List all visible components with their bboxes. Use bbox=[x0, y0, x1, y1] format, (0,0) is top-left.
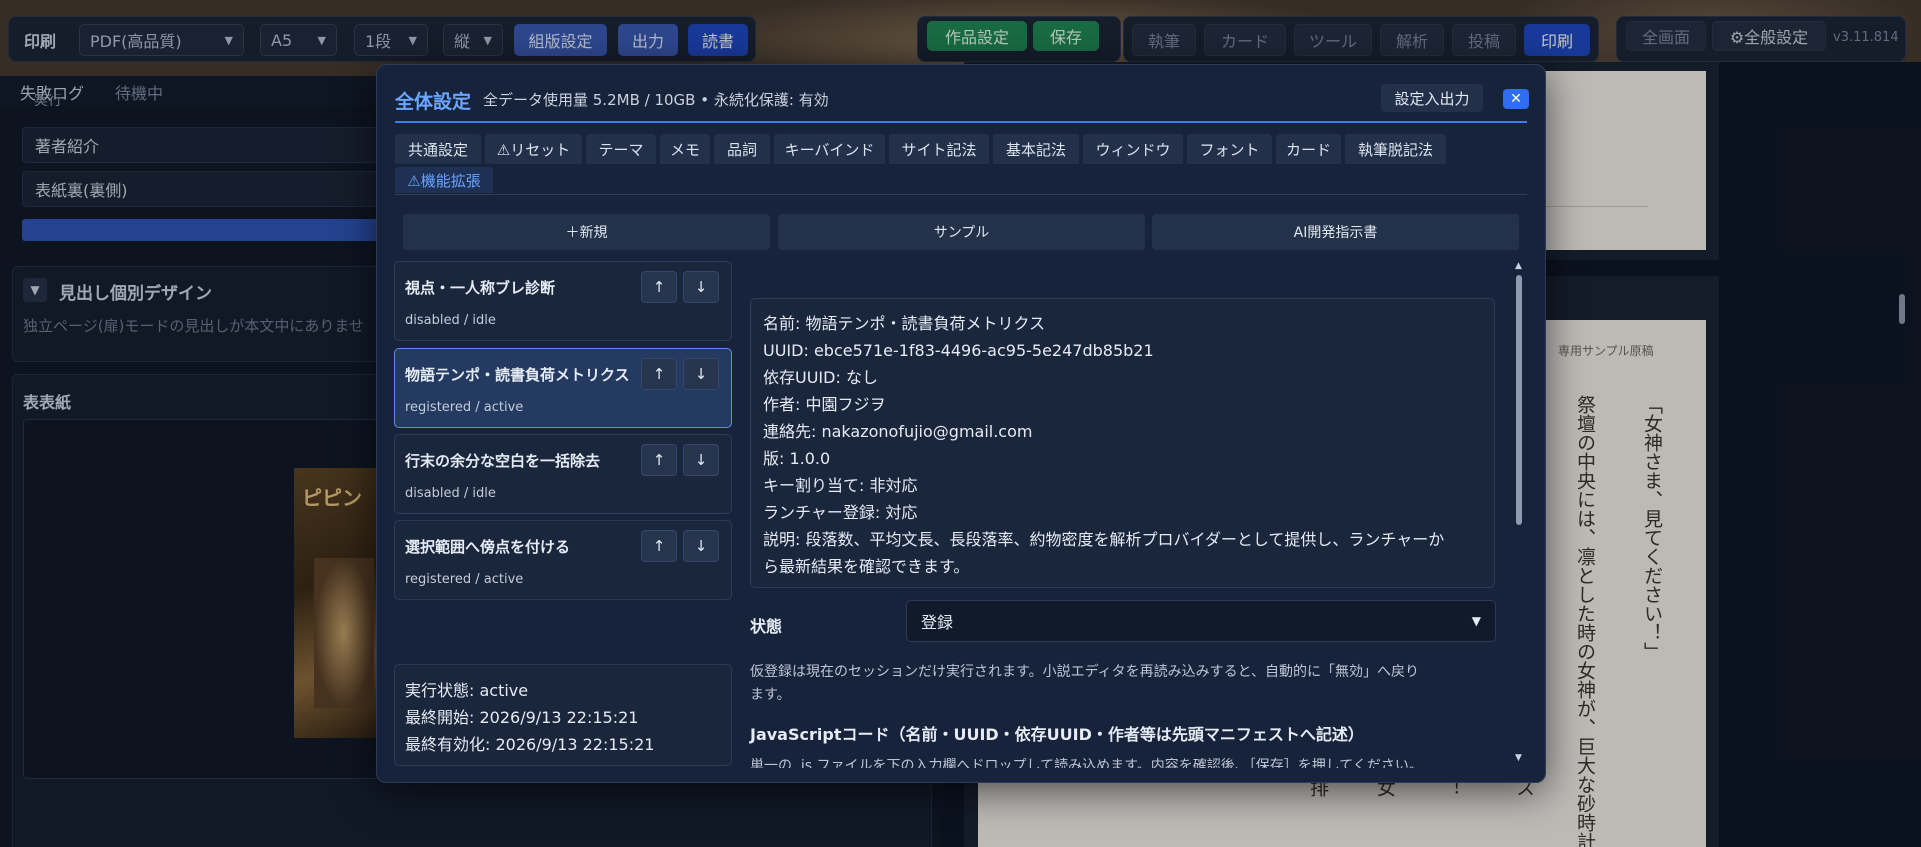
manifest-uuid: UUID: ebce571e-1f83-4496-ac95-5e247db85b… bbox=[763, 341, 1154, 360]
tab-reset[interactable]: ⚠リセット bbox=[485, 134, 582, 164]
state-value: 登録 bbox=[921, 613, 954, 632]
plugin-status: registered / active bbox=[405, 400, 524, 415]
manifest-description: 説明: 段落数、平均文長、長段落率、約物密度を解析プロバイダーとして提供し、ラン… bbox=[763, 530, 1445, 549]
plugin-manifest-panel: 名前: 物語テンポ・読書負荷メトリクス UUID: ebce571e-1f83-… bbox=[750, 298, 1495, 588]
code-drop-hint: 単一の .js ファイルを下の入力欄へドロップして読み込めます。内容を確認後、［… bbox=[750, 758, 1423, 768]
tab-theme[interactable]: テーマ bbox=[586, 134, 656, 164]
manifest-description-cont: ら最新結果を確認できます。 bbox=[763, 557, 970, 576]
plugin-status: disabled / idle bbox=[405, 486, 496, 501]
scroll-down-icon[interactable]: ▼ bbox=[1515, 753, 1522, 763]
manifest-dependency: 依存UUID: なし bbox=[763, 368, 878, 387]
scrollbar-thumb[interactable] bbox=[1516, 275, 1522, 525]
new-extension-button[interactable]: ＋新規 bbox=[403, 214, 770, 250]
plugin-name: 行末の余分な空白を一括除去 bbox=[405, 452, 601, 470]
tab-extensions[interactable]: ⚠機能拡張 bbox=[395, 167, 493, 193]
move-up-button[interactable]: ↑ bbox=[641, 358, 677, 390]
plugin-status: disabled / idle bbox=[405, 313, 496, 328]
tab-site-notation[interactable]: サイト記法 bbox=[889, 134, 989, 164]
last-started: 最終開始: 2026/9/13 22:15:21 bbox=[405, 708, 639, 727]
tab-pos[interactable]: 品詞 bbox=[714, 134, 770, 164]
tab-writing-escape[interactable]: 執筆脱記法 bbox=[1345, 134, 1446, 164]
tab-window[interactable]: ウィンドウ bbox=[1083, 134, 1183, 164]
plugin-name: 選択範囲へ傍点を付ける bbox=[405, 538, 571, 556]
move-up-button[interactable]: ↑ bbox=[641, 530, 677, 562]
provisional-note-line-2: ます。 bbox=[750, 687, 791, 703]
tab-common[interactable]: 共通設定 bbox=[395, 134, 481, 164]
plugin-status: registered / active bbox=[405, 572, 524, 587]
storage-usage-text: 全データ使用量 5.2MB / 10GB • 永続化保護: 有効 bbox=[483, 91, 829, 109]
move-down-button[interactable]: ↓ bbox=[683, 444, 719, 476]
manifest-launcher: ランチャー登録: 対応 bbox=[763, 503, 918, 522]
tab-card[interactable]: カード bbox=[1276, 134, 1341, 164]
global-settings-dialog: 全体設定 全データ使用量 5.2MB / 10GB • 永続化保護: 有効 設定… bbox=[376, 64, 1546, 783]
tab-memo[interactable]: メモ bbox=[660, 134, 710, 164]
plugin-item[interactable]: 視点・一人称ブレ診断 disabled / idle ↑ ↓ bbox=[394, 261, 732, 341]
state-select[interactable]: 登録 ▼ bbox=[906, 600, 1496, 642]
plugin-item-selected[interactable]: 物語テンポ・読書負荷メトリクス registered / active ↑ ↓ bbox=[394, 348, 732, 428]
manifest-contact: 連絡先: nakazonofujio@gmail.com bbox=[763, 422, 1033, 441]
move-down-button[interactable]: ↓ bbox=[683, 530, 719, 562]
scroll-up-icon[interactable]: ▲ bbox=[1515, 261, 1522, 271]
plugin-item[interactable]: 行末の余分な空白を一括除去 disabled / idle ↑ ↓ bbox=[394, 434, 732, 514]
manifest-version: 版: 1.0.0 bbox=[763, 449, 831, 468]
ai-dev-guide-button[interactable]: AI開発指示書 bbox=[1152, 214, 1519, 250]
state-label: 状態 bbox=[750, 617, 783, 636]
run-state: 実行状態: active bbox=[405, 681, 529, 700]
move-up-button[interactable]: ↑ bbox=[641, 271, 677, 303]
tab-basic-notation[interactable]: 基本記法 bbox=[993, 134, 1079, 164]
tab-font[interactable]: フォント bbox=[1187, 134, 1272, 164]
detail-scrollbar[interactable]: ▲ ▼ bbox=[1511, 261, 1527, 766]
chevron-down-icon: ▼ bbox=[1471, 614, 1481, 628]
provisional-note-line-1: 仮登録は現在のセッションだけ実行されます。小説エディタを再読み込みすると、自動的… bbox=[750, 664, 1420, 680]
plugin-name: 視点・一人称ブレ診断 bbox=[405, 279, 556, 297]
title-divider bbox=[395, 121, 1527, 123]
tab-divider bbox=[395, 194, 1527, 195]
close-icon[interactable]: ✕ bbox=[1503, 89, 1529, 109]
last-enabled: 最終有効化: 2026/9/13 22:15:21 bbox=[405, 735, 655, 754]
manifest-name: 名前: 物語テンポ・読書負荷メトリクス bbox=[763, 314, 1045, 333]
code-section-heading: JavaScriptコード（名前・UUID・依存UUID・作者等は先頭マニフェス… bbox=[750, 725, 1364, 744]
manifest-author: 作者: 中園フジヲ bbox=[763, 395, 886, 414]
plugin-name: 物語テンポ・読書負荷メトリクス bbox=[405, 366, 630, 384]
manifest-keybinding: キー割り当て: 非対応 bbox=[763, 476, 918, 495]
plugin-item[interactable]: 選択範囲へ傍点を付ける registered / active ↑ ↓ bbox=[394, 520, 732, 600]
dialog-title: 全体設定 bbox=[395, 91, 472, 113]
run-status-panel: 実行状態: active 最終開始: 2026/9/13 22:15:21 最終… bbox=[394, 664, 732, 766]
settings-import-export-button[interactable]: 設定入出力 bbox=[1381, 84, 1483, 112]
move-down-button[interactable]: ↓ bbox=[683, 271, 719, 303]
move-up-button[interactable]: ↑ bbox=[641, 444, 677, 476]
provisional-note: 仮登録は現在のセッションだけ実行されます。小説エディタを再読み込みすると、自動的… bbox=[750, 661, 1500, 707]
tab-keybind[interactable]: キーバインド bbox=[774, 134, 885, 164]
move-down-button[interactable]: ↓ bbox=[683, 358, 719, 390]
sample-button[interactable]: サンプル bbox=[778, 214, 1145, 250]
